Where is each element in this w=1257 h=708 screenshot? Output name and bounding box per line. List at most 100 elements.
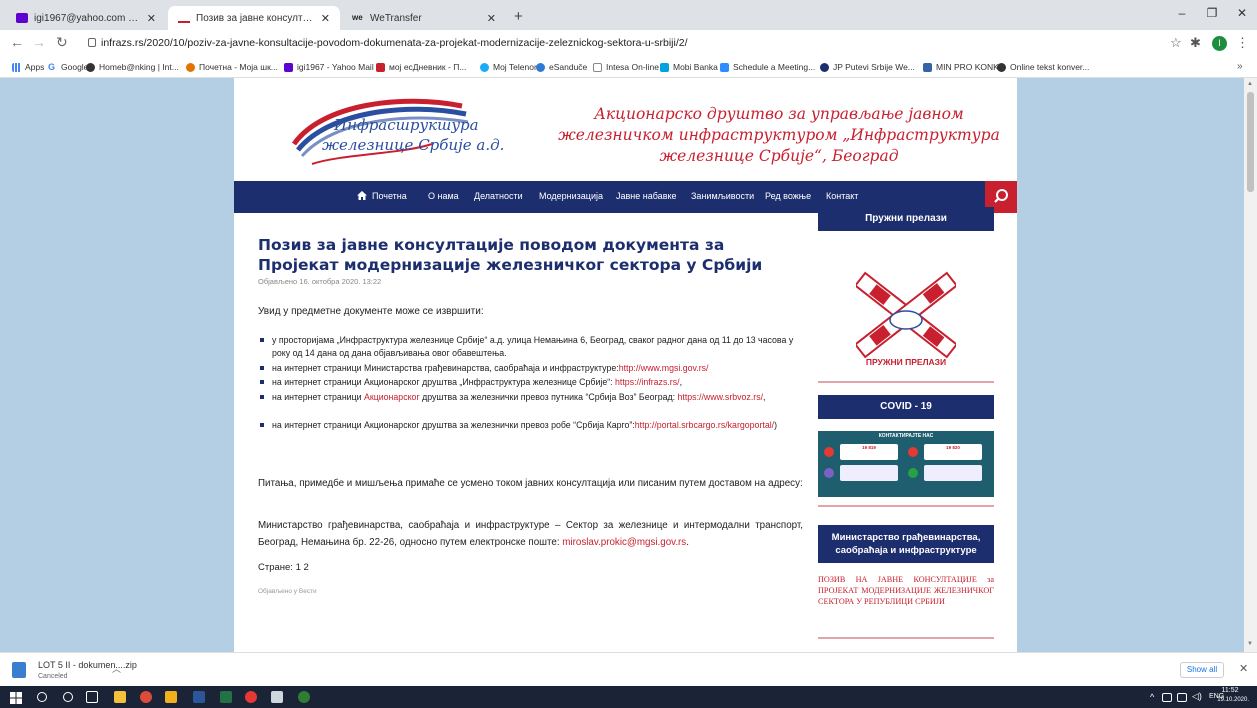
railway-crossing-icon[interactable] [856,270,956,365]
bookmark-yahoo-mail[interactable]: igi1967 - Yahoo Mail [284,62,374,72]
chevron-up-icon[interactable]: ︿ [112,662,121,675]
bookmarks-overflow-button[interactable]: » [1237,61,1243,72]
bookmark-ednevnik[interactable]: мој есДневник - П... [376,62,466,72]
home-icon [357,191,367,200]
clock-date[interactable]: 19.10.2020. [1207,697,1249,703]
task-view-icon[interactable] [86,691,98,703]
file-explorer-icon[interactable] [114,691,126,703]
site-logo[interactable]: Инфрасшрукшура железнице Србије а.д. [282,84,542,176]
posted-in-category[interactable]: Објављено у Вести [258,588,317,595]
covid-banner[interactable]: КОНТАКТИРАЈТЕ НАС 19 819 19 820 [818,431,994,497]
site-header: Инфрасшрукшура железнице Србије а.д. Акц… [234,78,1017,181]
widget-title-crossings: Пружни прелази [818,207,994,231]
close-icon[interactable]: ✕ [147,12,156,25]
address-paragraph: Министарство грађевинарства, саобраћаја … [258,520,803,548]
nav-interesting[interactable]: Занимљивости [691,191,754,201]
scroll-down-icon[interactable]: ▼ [1247,641,1253,647]
windows-start-icon[interactable] [10,691,22,704]
akcionarskog-link[interactable]: Акционарског [364,392,420,402]
bookmark-telenor[interactable]: Moj Telenor [480,62,537,72]
app-flag-icon[interactable] [271,691,283,703]
covid-box-3 [840,465,898,481]
minimize-icon[interactable]: – [1172,6,1192,20]
app-icon[interactable] [165,691,177,703]
nav-home[interactable]: Почетна [357,191,407,201]
article: Позив за јавне консултације поводом доку… [258,235,806,595]
excel-icon[interactable] [220,691,232,703]
list-item: на интернет страници Акционарског друштв… [258,376,806,389]
profile-avatar[interactable]: I [1212,36,1227,51]
bookmark-min-pro-konk[interactable]: MIN PRO KONK [923,62,999,72]
nav-timetable[interactable]: Ред вожње [765,191,811,201]
search-icon[interactable] [37,692,47,702]
app-red-icon[interactable] [245,691,257,703]
nav-activities[interactable]: Делатности [474,191,523,201]
nav-about[interactable]: О нама [428,191,459,201]
word-icon[interactable] [193,691,205,703]
scroll-up-icon[interactable]: ▲ [1247,81,1253,87]
srbcargo-link[interactable]: http://portal.srbcargo.rs/kargoportal/ [635,420,774,430]
bookmark-intesa[interactable]: Intesa On-line [593,62,659,72]
company-name: Акционарско друштво за управљање јавном … [558,105,1000,165]
clock-time[interactable]: 11:52 [1218,687,1242,694]
bookmark-homebanking[interactable]: Homeb@nking | Int... [86,62,179,72]
list-item: на интернет страници Акционарског друштв… [258,419,806,432]
chrome-icon[interactable] [140,691,152,703]
bookmark-schedule-meeting[interactable]: Schedule a Meeting... [720,62,815,72]
close-icon[interactable]: ✕ [321,12,330,25]
battery-icon[interactable] [1177,693,1187,702]
mgsi-link[interactable]: http://www.mgsi.gov.rs/ [619,363,709,373]
scrollbar-thumb[interactable] [1247,92,1254,192]
volume-icon[interactable]: ◁) [1192,691,1202,702]
esanduce-icon [536,62,545,72]
show-all-button[interactable]: Show all [1180,662,1224,678]
network-icon[interactable] [1162,693,1172,702]
reload-icon[interactable]: ↻ [56,34,68,51]
new-tab-button[interactable]: + [514,6,523,28]
bookmark-esanduce[interactable]: eSanduče [536,62,587,72]
lock-icon [88,38,96,47]
tab-yahoo-mail[interactable]: igi1967@yahoo.com - Yahoo Ma ✕ [6,6,166,30]
restore-icon[interactable]: ❐ [1202,6,1222,20]
pagination[interactable]: Стране: 1 2 [258,562,309,573]
infrazs-link[interactable]: https://infrazs.rs/ [615,377,680,387]
tab-title: WeTransfer [370,12,422,24]
zip-file-icon[interactable] [12,662,26,678]
bookmark-google[interactable]: G Google [48,62,88,72]
email-link[interactable]: miroslav.prokic@mgsi.gov.rs [562,537,686,548]
nav-contact[interactable]: Контакт [826,191,858,201]
app-green-icon[interactable] [298,691,310,703]
logo-line-2: железнице Србије а.д. [322,136,505,154]
close-icon[interactable]: ✕ [487,12,496,25]
bookmark-putevi-srbije[interactable]: JP Putevi Srbije We... [820,62,915,72]
window-close-icon[interactable]: ✕ [1232,6,1252,20]
bookmark-apps[interactable]: Apps [12,62,44,72]
tab-wetransfer[interactable]: we WeTransfer ✕ [342,6,506,30]
star-icon[interactable]: ☆ [1170,35,1182,51]
tab-title: Позив за јавне консултације по [196,12,315,24]
forward-arrow-icon[interactable]: → [32,34,46,50]
covid-contact-heading: КОНТАКТИРАЈТЕ НАС [878,433,934,439]
menu-dots-icon[interactable]: ⋮ [1236,35,1249,51]
cortana-icon[interactable] [63,692,73,702]
page-scrollbar[interactable]: ▲ ▼ [1244,78,1257,652]
nav-public-procurement[interactable]: Јавне набавке [616,191,677,201]
widget-separator [818,505,994,507]
extensions-icon[interactable]: ✱ [1190,35,1201,51]
logo-line-1: Инфрасшрукшура [334,116,479,134]
ministry-consultation-link[interactable]: ПОЗИВ НА ЈАВНЕ КОНСУЛТАЦИЈЕ за ПРОЈЕКАТ … [818,574,994,607]
tray-arrow-icon[interactable]: ^ [1150,692,1154,702]
download-status: Canceled [38,673,68,680]
download-filename[interactable]: LOT 5 II - dokumen....zip [38,660,137,670]
bookmark-online-tekst[interactable]: Online tekst konver... [997,62,1089,72]
tab-current-page[interactable]: Позив за јавне консултације по ✕ [168,6,340,30]
school-icon [186,62,195,72]
srbvoz-link[interactable]: https://www.srbvoz.rs/ [678,392,764,402]
bookmark-school[interactable]: Почетна - Моја шк... [186,62,278,72]
bookmark-mobi-banka[interactable]: Mobi Banka [660,62,718,72]
url-input[interactable]: infrazs.rs/2020/10/poziv-za-javne-konsul… [101,37,688,49]
close-icon[interactable]: ✕ [1239,662,1248,675]
bookmarks-bar: Apps G Google Homeb@nking | Int... Почетн… [0,58,1257,78]
nav-modernization[interactable]: Модернизација [539,191,603,201]
back-arrow-icon[interactable]: ← [10,34,24,50]
